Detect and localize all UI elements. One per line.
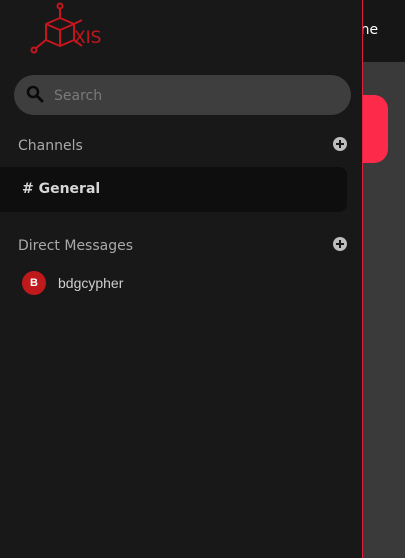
search-bar[interactable] (14, 75, 351, 117)
channels-section-title: Channels (18, 138, 83, 154)
logo-cube-icon: XIS (30, 2, 101, 54)
channel-label: # General (22, 181, 101, 197)
add-channel-plus-circle-icon[interactable] (333, 137, 347, 151)
search-input[interactable] (52, 75, 346, 117)
direct-messages-section-title: Direct Messages (18, 238, 134, 254)
search-icon (26, 85, 44, 103)
app-logo[interactable]: XIS (26, 2, 106, 56)
add-dm-plus-circle-icon[interactable] (333, 237, 347, 251)
logo-text: XIS (74, 28, 101, 48)
channel-item-general[interactable]: # General (0, 167, 347, 212)
sidebar-drawer: XIS Channels # General Direct Messages B… (0, 0, 363, 558)
dm-name: bdgcypher (58, 275, 124, 291)
dm-item-bdgcypher[interactable]: B bdgcypher (14, 269, 334, 297)
avatar: B (22, 271, 46, 295)
